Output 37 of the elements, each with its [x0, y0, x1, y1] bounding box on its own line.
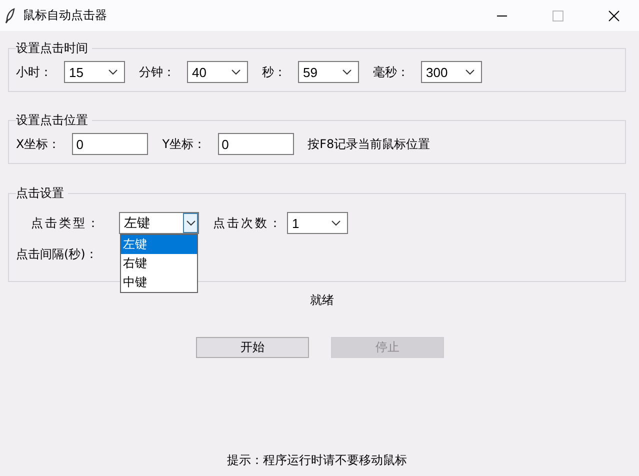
hint-text: 按F8记录当前鼠标位置 — [308, 136, 430, 152]
time-combobox[interactable]: 40 — [187, 61, 248, 83]
caret-icon — [331, 220, 341, 226]
caret-icon — [231, 69, 241, 75]
caret-icon — [108, 69, 118, 75]
field-label: Y坐标： — [162, 136, 206, 152]
caret-icon — [465, 69, 475, 75]
group-title: 点击设置 — [16, 185, 65, 202]
status-text: 就绪 — [309, 292, 335, 309]
dropdown-option[interactable]: 右键 — [121, 254, 197, 273]
field-label: 点击类型： — [31, 214, 101, 232]
field-label: 分钟： — [139, 64, 175, 80]
field-label: 毫秒： — [373, 64, 409, 80]
close-icon[interactable] — [608, 10, 620, 22]
group-title: 设置点击时间 — [16, 40, 89, 57]
field-label: 小时： — [16, 64, 52, 80]
time-combobox[interactable]: 300 — [421, 61, 482, 83]
field-label: 点击间隔(秒)： — [16, 246, 98, 263]
group-title: 设置点击位置 — [16, 112, 89, 129]
field-label: 点击次数： — [213, 214, 283, 232]
coordinate-field[interactable]: 0 — [72, 133, 148, 155]
time-combobox[interactable]: 15 — [64, 61, 125, 83]
window-title: 鼠标自动点击器 — [23, 7, 107, 24]
coordinate-field[interactable]: 0 — [218, 133, 294, 155]
time-combobox[interactable]: 59 — [298, 61, 359, 83]
tip-text: 提示：程序运行时请不要移动鼠标 — [226, 452, 408, 469]
caret-icon — [342, 69, 352, 75]
field-label: 秒： — [262, 64, 286, 80]
action-button[interactable]: 开始 — [196, 337, 309, 358]
click-type-combobox[interactable]: 左键 — [119, 212, 199, 234]
feather-icon — [5, 8, 15, 24]
field-label: X坐标： — [16, 136, 60, 152]
caret-icon — [186, 220, 196, 226]
dropdown-arrow-button[interactable] — [183, 213, 198, 233]
dropdown-option[interactable]: 左键 — [121, 235, 197, 254]
dropdown-option[interactable]: 中键 — [121, 273, 197, 292]
click-count-combobox[interactable]: 1 — [287, 212, 348, 234]
